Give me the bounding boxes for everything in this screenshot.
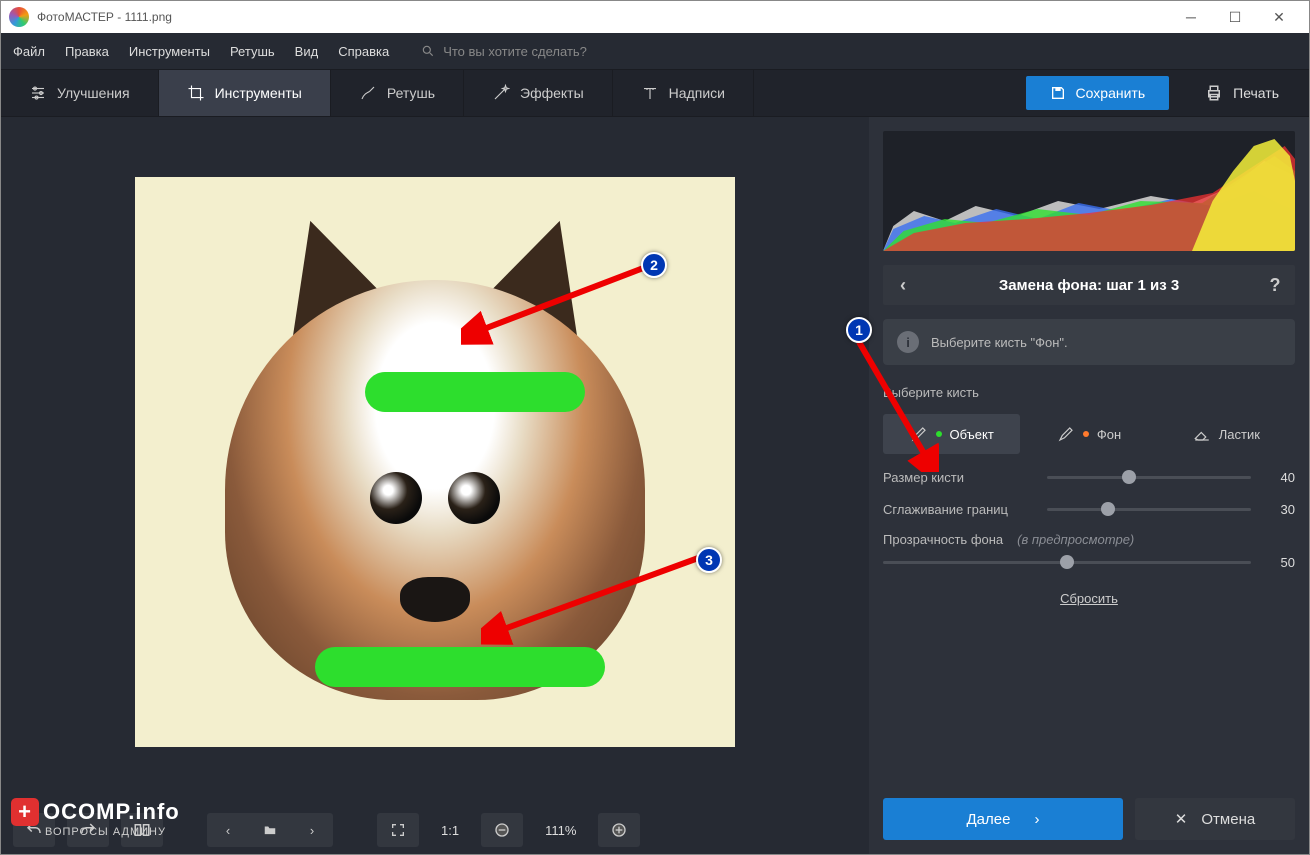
- next-button[interactable]: Далее ›: [883, 798, 1123, 840]
- menu-tools[interactable]: Инструменты: [129, 44, 210, 59]
- brush-object-button[interactable]: Объект: [883, 414, 1020, 454]
- info-icon: i: [897, 331, 919, 353]
- menu-view[interactable]: Вид: [295, 44, 319, 59]
- tab-captions[interactable]: Надписи: [613, 70, 754, 116]
- object-stroke: [365, 372, 585, 412]
- eraser-icon: [1193, 425, 1211, 443]
- brush-size-value: 40: [1265, 470, 1295, 485]
- text-icon: [641, 84, 659, 102]
- search-placeholder: Что вы хотите сделать?: [443, 44, 587, 59]
- canvas-area: 2 3 ‹ › 1:1: [1, 117, 869, 854]
- tab-improvements[interactable]: Улучшения: [1, 70, 159, 116]
- crop-icon: [187, 84, 205, 102]
- brush-icon: [1057, 425, 1075, 443]
- side-panel: ‹ Замена фона: шаг 1 из 3 ? i Выберите к…: [869, 117, 1309, 854]
- app-body: Файл Правка Инструменты Ретушь Вид Справ…: [1, 33, 1309, 854]
- annotation-marker-2: 2: [641, 252, 667, 278]
- window-title: ФотоМАСТЕР - 1111.png: [37, 10, 172, 24]
- save-button[interactable]: Сохранить: [1026, 76, 1170, 110]
- app-logo-icon: [9, 7, 29, 27]
- zoom-ratio-label[interactable]: 1:1: [431, 823, 469, 838]
- hint-text: Выберите кисть "Фон".: [931, 335, 1068, 350]
- search-icon: [421, 44, 435, 58]
- bg-opacity-value: 50: [1265, 555, 1295, 570]
- annotation-marker-3: 3: [696, 547, 722, 573]
- brush-size-row: Размер кисти 40: [883, 468, 1295, 486]
- canvas[interactable]: 2 3: [1, 117, 869, 806]
- help-button[interactable]: ?: [1255, 275, 1295, 296]
- close-icon: ✕: [1175, 810, 1188, 828]
- zoom-value: 111%: [535, 823, 586, 838]
- edge-smooth-label: Сглаживание границ: [883, 502, 1033, 517]
- chevron-right-icon: ›: [1034, 811, 1039, 828]
- titlebar: ФотоМАСТЕР - 1111.png ─ ☐ ✕: [1, 1, 1309, 33]
- edge-smooth-value: 30: [1265, 502, 1295, 517]
- maximize-button[interactable]: ☐: [1213, 1, 1257, 33]
- edge-smooth-slider[interactable]: [1047, 500, 1251, 518]
- close-button[interactable]: ✕: [1257, 1, 1301, 33]
- brush-picker: Объект Фон Ластик: [883, 414, 1295, 454]
- brush-background-button[interactable]: Фон: [1020, 414, 1157, 454]
- app-window: ФотоМАСТЕР - 1111.png ─ ☐ ✕ Файл Правка …: [0, 0, 1310, 855]
- menu-help[interactable]: Справка: [338, 44, 389, 59]
- sliders-icon: [29, 84, 47, 102]
- brush-icon: [910, 425, 928, 443]
- tab-effects[interactable]: Эффекты: [464, 70, 613, 116]
- bg-opacity-label: Прозрачность фона: [883, 532, 1003, 547]
- edge-smooth-row: Сглаживание границ 30: [883, 500, 1295, 518]
- histogram: [883, 131, 1295, 251]
- prev-image-button[interactable]: ‹: [207, 813, 249, 847]
- search-box[interactable]: Что вы хотите сделать?: [421, 44, 587, 59]
- brush-size-slider[interactable]: [1047, 468, 1251, 486]
- wand-icon: [492, 84, 510, 102]
- print-button[interactable]: Печать: [1181, 76, 1303, 110]
- zoom-in-button[interactable]: [598, 813, 640, 847]
- brush-size-label: Размер кисти: [883, 470, 1033, 485]
- brush-icon: [359, 84, 377, 102]
- tab-tools[interactable]: Инструменты: [159, 70, 331, 116]
- bg-opacity-slider[interactable]: [883, 553, 1251, 571]
- fit-screen-button[interactable]: [377, 813, 419, 847]
- brush-eraser-button[interactable]: Ластик: [1158, 414, 1295, 454]
- step-title: Замена фона: шаг 1 из 3: [923, 277, 1255, 294]
- zoom-out-button[interactable]: [481, 813, 523, 847]
- annotation-marker-1: 1: [846, 317, 872, 343]
- bg-opacity-row: Прозрачность фона (в предпросмотре) 50: [883, 532, 1295, 571]
- tab-retouch[interactable]: Ретушь: [331, 70, 464, 116]
- menu-edit[interactable]: Правка: [65, 44, 109, 59]
- bg-opacity-note: (в предпросмотре): [1017, 532, 1134, 547]
- plus-icon: +: [11, 798, 39, 826]
- object-stroke: [315, 647, 605, 687]
- hint-box: i Выберите кисть "Фон".: [883, 319, 1295, 365]
- step-back-button[interactable]: ‹: [883, 275, 923, 296]
- watermark: +OCOMP.info ВОПРОСЫ АДМИНУ: [11, 798, 180, 838]
- menu-file[interactable]: Файл: [13, 44, 45, 59]
- step-header: ‹ Замена фона: шаг 1 из 3 ?: [883, 265, 1295, 305]
- minimize-button[interactable]: ─: [1169, 1, 1213, 33]
- menu-retouch[interactable]: Ретушь: [230, 44, 275, 59]
- reset-button[interactable]: Сбросить: [883, 591, 1295, 606]
- brush-section-label: Выберите кисть: [883, 385, 1295, 400]
- main-toolbar: Улучшения Инструменты Ретушь Эффекты Над…: [1, 69, 1309, 117]
- cancel-button[interactable]: ✕ Отмена: [1135, 798, 1295, 840]
- next-image-button[interactable]: ›: [291, 813, 333, 847]
- print-icon: [1205, 84, 1223, 102]
- save-icon: [1050, 85, 1066, 101]
- browse-button[interactable]: [249, 813, 291, 847]
- menubar: Файл Правка Инструменты Ретушь Вид Справ…: [1, 33, 1309, 69]
